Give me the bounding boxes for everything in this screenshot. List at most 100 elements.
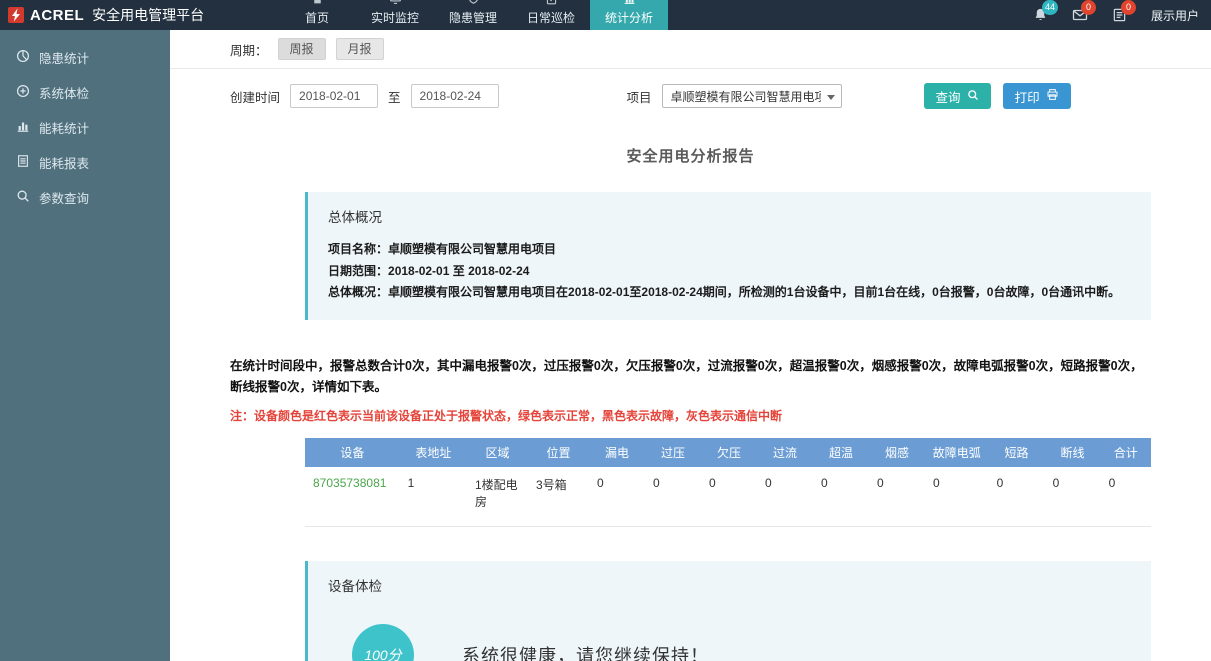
plus-circle-icon bbox=[16, 84, 30, 101]
clipboard-icon bbox=[545, 0, 558, 9]
project-group: 项目 卓顺塑模有限公司智慧用电项目 bbox=[627, 84, 842, 108]
date-from-input[interactable] bbox=[290, 84, 378, 108]
home-icon bbox=[311, 0, 324, 9]
nav-item-hazard-management[interactable]: 隐患管理 bbox=[434, 0, 512, 30]
project-select-value: 卓顺塑模有限公司智慧用电项目 bbox=[671, 88, 821, 105]
col-header: 过压 bbox=[645, 438, 701, 467]
nav-item-realtime-monitor[interactable]: 实时监控 bbox=[356, 0, 434, 30]
cell-total: 0 bbox=[1101, 467, 1151, 527]
overview-panel: 总体概况 项目名称：卓顺塑模有限公司智慧用电项目 日期范围：2018-02-01… bbox=[305, 192, 1151, 320]
weekly-report-button[interactable]: 周报 bbox=[278, 38, 326, 60]
col-header: 断线 bbox=[1045, 438, 1101, 467]
device-health-panel: 设备体检 100分 系统很健康，请您继续保持！ 共检查了7项，以下1项有隐患 V… bbox=[305, 561, 1151, 661]
health-heading: 设备体检 bbox=[328, 575, 1131, 595]
nav-item-daily-inspection[interactable]: 日常巡检 bbox=[512, 0, 590, 30]
sidebar-item-parameter-query[interactable]: 参数查询 bbox=[0, 180, 170, 215]
date-to-input[interactable] bbox=[411, 84, 499, 108]
action-buttons: 查询 打印 bbox=[924, 83, 1071, 109]
nav-label: 日常巡检 bbox=[527, 9, 575, 26]
col-header: 设备 bbox=[305, 438, 400, 467]
sidebar-item-energy-report[interactable]: 能耗报表 bbox=[0, 145, 170, 180]
monitor-icon bbox=[389, 0, 402, 9]
table-header-row: 设备 表地址 区域 位置 漏电 过压 欠压 过流 超温 烟感 故障电弧 短路 断… bbox=[305, 438, 1151, 467]
user-menu[interactable]: 展示用户 bbox=[1151, 7, 1199, 24]
report: 安全用电分析报告 总体概况 项目名称：卓顺塑模有限公司智慧用电项目 日期范围：2… bbox=[170, 145, 1211, 661]
bell-badge: 44 bbox=[1042, 0, 1058, 15]
project-label: 项目 bbox=[627, 87, 652, 106]
nav-label: 实时监控 bbox=[371, 9, 419, 26]
col-header: 短路 bbox=[989, 438, 1045, 467]
cell-leakage: 0 bbox=[589, 467, 645, 527]
nav-label: 隐患管理 bbox=[449, 9, 497, 26]
date-range-value: 2018-02-01 至 2018-02-24 bbox=[388, 264, 529, 278]
main-nav: 首页 实时监控 隐患管理 日常巡检 统计分析 bbox=[278, 0, 668, 30]
sidebar-item-label: 隐患统计 bbox=[39, 48, 89, 67]
nav-item-home[interactable]: 首页 bbox=[278, 0, 356, 30]
project-select[interactable]: 卓顺塑模有限公司智慧用电项目 bbox=[662, 84, 842, 108]
report-icon bbox=[16, 154, 30, 171]
mail-badge: 0 bbox=[1081, 0, 1096, 15]
col-header: 欠压 bbox=[701, 438, 757, 467]
alarm-table: 设备 表地址 区域 位置 漏电 过压 欠压 过流 超温 烟感 故障电弧 短路 断… bbox=[305, 438, 1151, 527]
chart-icon bbox=[623, 0, 636, 9]
project-name-value: 卓顺塑模有限公司智慧用电项目 bbox=[388, 242, 556, 256]
device-id-link[interactable]: 87035738081 bbox=[305, 467, 400, 527]
page-title: 安全用电管理平台 bbox=[92, 5, 204, 25]
overall-summary-value: 卓顺塑模有限公司智慧用电项目在2018-02-01至2018-02-24期间，所… bbox=[388, 285, 1120, 299]
col-header: 烟感 bbox=[869, 438, 925, 467]
col-header: 合计 bbox=[1101, 438, 1151, 467]
table-row: 87035738081 1 1楼配电房 3号箱 0 0 0 0 0 0 0 0 … bbox=[305, 467, 1151, 527]
col-header: 表地址 bbox=[400, 438, 467, 467]
overall-summary-label: 总体概况： bbox=[328, 285, 388, 299]
cell-overtemp: 0 bbox=[813, 467, 869, 527]
form-icon[interactable]: 0 bbox=[1112, 7, 1127, 23]
search-icon bbox=[16, 189, 30, 206]
cell-arc-fault: 0 bbox=[925, 467, 989, 527]
bell-icon[interactable]: 44 bbox=[1033, 7, 1048, 23]
top-navbar: ACREL 安全用电管理平台 首页 实时监控 隐患管理 日常巡检 统计分析 44 bbox=[0, 0, 1211, 30]
cell-line-break: 0 bbox=[1045, 467, 1101, 527]
sidebar-item-hazard-statistics[interactable]: 隐患统计 bbox=[0, 40, 170, 75]
date-range-line: 日期范围：2018-02-01 至 2018-02-24 bbox=[328, 261, 1131, 283]
nav-item-statistics-analysis[interactable]: 统计分析 bbox=[590, 0, 668, 30]
brand-name: ACREL bbox=[30, 7, 84, 24]
query-button[interactable]: 查询 bbox=[924, 83, 991, 109]
col-header: 故障电弧 bbox=[925, 438, 989, 467]
period-row: 周期： 周报 月报 bbox=[170, 30, 1211, 68]
cell-short-circuit: 0 bbox=[989, 467, 1045, 527]
sidebar-item-label: 能耗统计 bbox=[39, 118, 89, 137]
project-name-label: 项目名称： bbox=[328, 242, 388, 256]
monthly-report-button[interactable]: 月报 bbox=[336, 38, 384, 60]
color-legend-note: 注：设备颜色是红色表示当前该设备正处于报警状态，绿色表示正常，黑色表示故障，灰色… bbox=[230, 407, 1151, 424]
acrel-logo-icon bbox=[8, 7, 24, 23]
project-name-line: 项目名称：卓顺塑模有限公司智慧用电项目 bbox=[328, 239, 1131, 261]
chevron-down-icon bbox=[827, 95, 835, 100]
mail-icon[interactable]: 0 bbox=[1072, 7, 1088, 23]
print-button-label: 打印 bbox=[1015, 87, 1040, 106]
pie-chart-icon bbox=[16, 49, 30, 66]
cell-smoke: 0 bbox=[869, 467, 925, 527]
alarm-summary-text: 在统计时间段中，报警总数合计0次，其中漏电报警0次，过压报警0次，欠压报警0次，… bbox=[230, 356, 1151, 399]
cell-meter-address: 1 bbox=[400, 467, 467, 527]
print-button[interactable]: 打印 bbox=[1003, 83, 1071, 109]
overall-summary-line: 总体概况：卓顺塑模有限公司智慧用电项目在2018-02-01至2018-02-2… bbox=[328, 282, 1131, 304]
health-score-badge: 100分 bbox=[352, 624, 414, 661]
col-header: 区域 bbox=[467, 438, 528, 467]
nav-label: 首页 bbox=[305, 9, 329, 26]
form-badge: 0 bbox=[1121, 0, 1136, 15]
period-label: 周期： bbox=[230, 40, 268, 59]
sidebar-item-label: 能耗报表 bbox=[39, 153, 89, 172]
report-title: 安全用电分析报告 bbox=[230, 145, 1151, 166]
col-header: 位置 bbox=[528, 438, 589, 467]
health-message: 系统很健康，请您继续保持！ bbox=[462, 642, 709, 661]
sidebar-item-label: 系统体检 bbox=[39, 83, 89, 102]
brand: ACREL 安全用电管理平台 bbox=[0, 0, 250, 30]
sidebar-item-energy-statistics[interactable]: 能耗统计 bbox=[0, 110, 170, 145]
printer-icon bbox=[1046, 88, 1059, 104]
overview-heading: 总体概况 bbox=[328, 206, 1131, 226]
col-header: 过流 bbox=[757, 438, 813, 467]
created-time-label: 创建时间 bbox=[230, 87, 280, 106]
cell-overcurrent: 0 bbox=[757, 467, 813, 527]
sidebar-item-system-checkup[interactable]: 系统体检 bbox=[0, 75, 170, 110]
cell-overvoltage: 0 bbox=[645, 467, 701, 527]
